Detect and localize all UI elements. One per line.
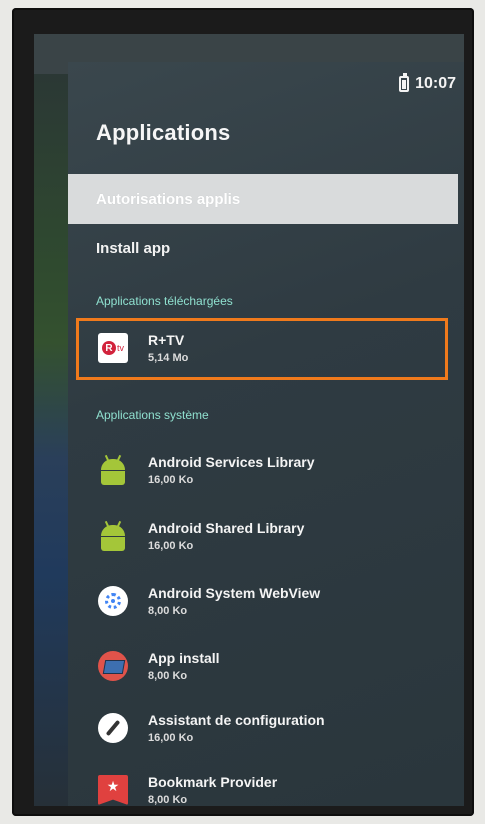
android-icon — [98, 520, 128, 551]
tv-screen: 10:07 Applications Autorisations applis … — [34, 34, 464, 806]
app-item-app-install[interactable]: App install 8,00 Ko — [98, 638, 448, 694]
menu-item-install-app[interactable]: Install app — [96, 240, 170, 257]
menu-item-label: Autorisations applis — [96, 190, 241, 208]
app-name: R+TV — [148, 332, 185, 348]
webview-icon — [98, 586, 128, 616]
android-icon — [98, 454, 128, 485]
app-size: 8,00 Ko — [148, 670, 188, 682]
app-item-android-services-library[interactable]: Android Services Library 16,00 Ko — [98, 442, 448, 498]
app-item-rtv[interactable]: Rtv R+TV 5,14 Mo — [98, 320, 448, 376]
settings-panel: 10:07 Applications Autorisations applis … — [68, 62, 464, 806]
app-size: 8,00 Ko — [148, 794, 188, 806]
battery-icon — [399, 73, 410, 92]
app-size: 5,14 Mo — [148, 352, 189, 364]
compass-icon — [98, 713, 128, 743]
app-name: Bookmark Provider — [148, 774, 278, 790]
section-header-downloaded: Applications téléchargées — [96, 294, 233, 308]
menu-item-app-permissions[interactable]: Autorisations applis — [68, 174, 458, 224]
app-name: Android System WebView — [148, 585, 321, 601]
app-item-android-system-webview[interactable]: Android System WebView 8,00 Ko — [98, 573, 448, 629]
app-size: 16,00 Ko — [148, 540, 194, 552]
app-name: App install — [148, 650, 220, 666]
app-install-icon — [98, 651, 128, 681]
status-bar: 10:07 — [399, 73, 456, 94]
rtv-icon: Rtv — [98, 333, 128, 363]
app-size: 8,00 Ko — [148, 605, 188, 617]
app-size: 16,00 Ko — [148, 732, 194, 744]
app-item-bookmark-provider[interactable]: ★ Bookmark Provider 8,00 Ko — [98, 762, 448, 806]
app-item-setup-assistant[interactable]: Assistant de configuration 16,00 Ko — [98, 700, 448, 756]
bookmark-icon: ★ — [98, 775, 128, 805]
section-header-system: Applications système — [96, 408, 209, 422]
app-name: Android Services Library — [148, 454, 315, 470]
tv-bezel: 10:07 Applications Autorisations applis … — [12, 8, 474, 816]
app-item-android-shared-library[interactable]: Android Shared Library 16,00 Ko — [98, 508, 448, 564]
app-name: Android Shared Library — [148, 520, 305, 536]
app-size: 16,00 Ko — [148, 474, 194, 486]
page-title: Applications — [96, 120, 231, 145]
app-name: Assistant de configuration — [148, 712, 325, 728]
clock: 10:07 — [415, 75, 456, 92]
